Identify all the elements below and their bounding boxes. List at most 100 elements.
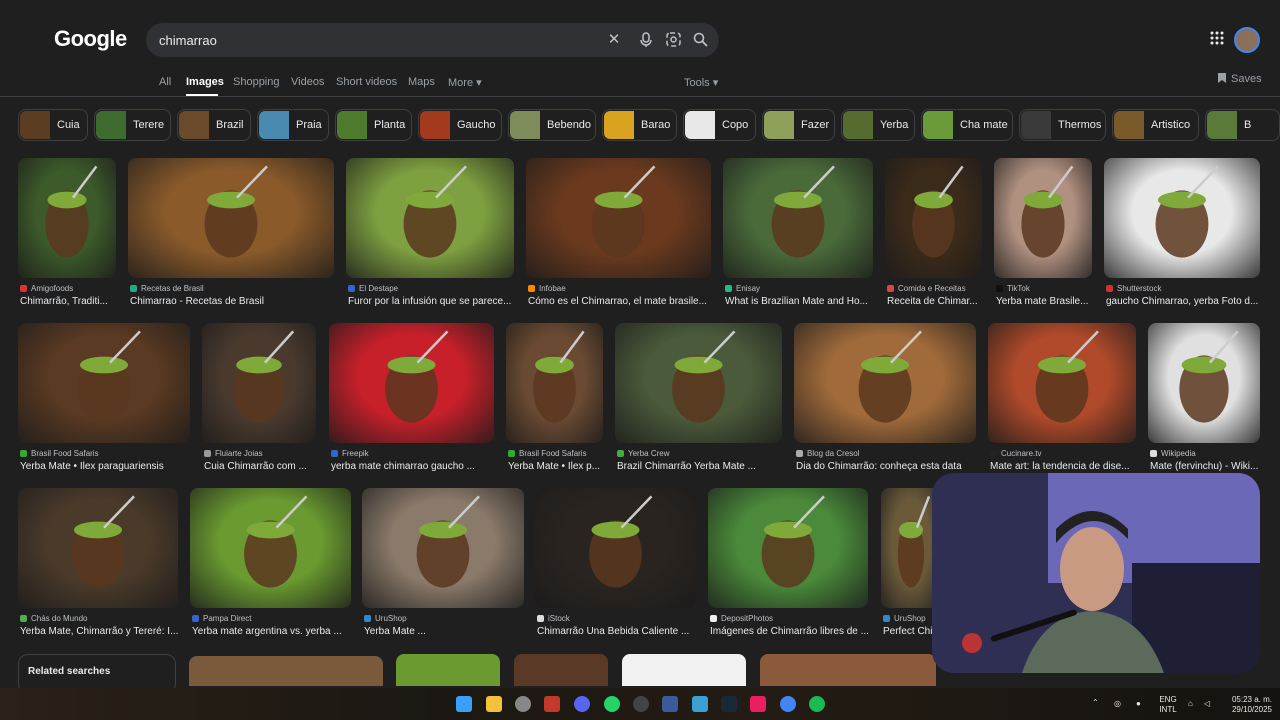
result-title[interactable]: Imágenes de Chimarrão libres de ... <box>710 626 880 637</box>
result-title[interactable]: Yerba Mate, Chimarrão y Tereré: I... <box>20 626 190 637</box>
result-title[interactable]: yerba mate chimarrao gaucho ... <box>331 461 506 472</box>
chrome-icon[interactable] <box>780 696 796 712</box>
tab-maps[interactable]: Maps <box>408 76 435 88</box>
image-result[interactable]: Yerba Crew Brazil Chimarrão Yerba Mate ..… <box>615 323 782 477</box>
search-input[interactable]: chimarrao <box>159 33 217 48</box>
chip-cuia[interactable]: Cuia <box>18 109 88 141</box>
result-title[interactable]: Receita de Chimar... <box>887 296 994 307</box>
result-title[interactable]: gaucho Chimarrao, yerba Foto d... <box>1106 296 1272 307</box>
result-title[interactable]: Yerba mate Brasile... <box>996 296 1104 307</box>
result-source[interactable]: TikTok <box>996 284 1030 293</box>
google-logo[interactable]: Google <box>54 26 127 52</box>
chevron-up-icon[interactable]: ⌃ <box>1092 698 1099 708</box>
result-source[interactable]: Comida e Receitas <box>887 284 966 293</box>
chip-planta[interactable]: Planta <box>335 109 412 141</box>
image-result[interactable]: Recetas de Brasil Chimarrao - Recetas de … <box>128 158 334 312</box>
chip-yerba[interactable]: Yerba <box>841 109 915 141</box>
image-result[interactable]: Shutterstock gaucho Chimarrao, yerba Foto… <box>1104 158 1260 312</box>
result-source[interactable]: Pampa Direct <box>192 614 251 623</box>
clear-icon[interactable]: ✕ <box>606 32 622 48</box>
tab-images[interactable]: Images <box>186 76 224 88</box>
result-source[interactable]: DepositPhotos <box>710 614 773 623</box>
clock[interactable]: 05:23 a. m. 29/10/2025 <box>1222 695 1272 715</box>
image-result[interactable]: Comida e Receitas Receita de Chimar... <box>885 158 982 312</box>
file-explorer-icon[interactable] <box>486 696 502 712</box>
chip-fazer[interactable]: Fazer <box>762 109 835 141</box>
image-result[interactable]: Chás do Mundo Yerba Mate, Chimarrão y Ter… <box>18 488 178 642</box>
image-result[interactable]: Brasil Food Safaris Yerba Mate • Ilex p..… <box>506 323 603 477</box>
result-source[interactable]: Blog da Cresol <box>796 449 859 458</box>
chip-bebendo[interactable]: Bebendo <box>508 109 596 141</box>
image-result[interactable]: Enisay What is Brazilian Mate and Ho... <box>723 158 873 312</box>
next-row-thumb[interactable] <box>514 654 608 686</box>
result-thumbnail[interactable] <box>329 323 494 443</box>
result-thumbnail[interactable] <box>615 323 782 443</box>
search-bar[interactable]: chimarrao ✕ <box>146 23 719 57</box>
image-result[interactable]: Infobae Cómo es el Chimarrao, el mate bra… <box>526 158 711 312</box>
result-thumbnail[interactable] <box>202 323 316 443</box>
result-title[interactable]: Yerba mate argentina vs. yerba ... <box>192 626 363 637</box>
result-thumbnail[interactable] <box>526 158 711 278</box>
chip-cha-mate[interactable]: Cha mate <box>921 109 1013 141</box>
result-title[interactable]: Yerba Mate • Ilex paraguariensis <box>20 461 202 472</box>
next-row-thumb[interactable] <box>189 656 383 686</box>
search-icon[interactable] <box>692 32 708 48</box>
app-icon[interactable] <box>662 696 678 712</box>
result-thumbnail[interactable] <box>128 158 334 278</box>
result-thumbnail[interactable] <box>885 158 982 278</box>
image-result[interactable]: TikTok Yerba mate Brasile... <box>994 158 1092 312</box>
volume-icon[interactable]: ◁ <box>1204 699 1210 709</box>
chip-praia[interactable]: Praia <box>257 109 329 141</box>
app-icon[interactable] <box>544 696 560 712</box>
result-source[interactable]: Chás do Mundo <box>20 614 87 623</box>
result-source[interactable]: Brasil Food Safaris <box>20 449 99 458</box>
result-title[interactable]: Brazil Chimarrão Yerba Mate ... <box>617 461 794 472</box>
chip-brazil[interactable]: Brazil <box>177 109 251 141</box>
result-thumbnail[interactable] <box>794 323 976 443</box>
image-result[interactable]: Amigofoods Chimarrão, Traditi... <box>18 158 116 312</box>
result-source[interactable]: Wikipedia <box>1150 449 1196 458</box>
result-title[interactable]: Furor por la infusión que se parece... <box>348 296 526 307</box>
result-title[interactable]: Yerba Mate • Ilex p... <box>508 461 615 472</box>
result-source[interactable]: UruShop <box>883 614 926 623</box>
account-avatar[interactable] <box>1234 27 1260 53</box>
result-thumbnail[interactable] <box>18 158 116 278</box>
wifi-icon[interactable]: ⌂ <box>1188 699 1193 709</box>
tab-shopping[interactable]: Shopping <box>233 76 280 88</box>
result-thumbnail[interactable] <box>535 488 696 608</box>
image-result[interactable]: Blog da Cresol Dia do Chimarrão: conheça … <box>794 323 976 477</box>
image-result[interactable]: El Destape Furor por la infusión que se p… <box>346 158 514 312</box>
tab-more[interactable]: More ▾ <box>448 76 482 89</box>
steam-icon[interactable] <box>721 696 737 712</box>
result-source[interactable]: Shutterstock <box>1106 284 1161 293</box>
result-title[interactable]: Mate art: la tendencia de dise... <box>990 461 1148 472</box>
next-row-thumb[interactable] <box>622 654 746 686</box>
language-indicator[interactable]: ENG INTL <box>1156 695 1180 715</box>
network-icon[interactable]: ◎ <box>1114 699 1121 709</box>
result-thumbnail[interactable] <box>506 323 603 443</box>
microphone-icon[interactable] <box>638 32 654 48</box>
next-row-thumb[interactable] <box>760 654 936 686</box>
image-result[interactable]: UruShop Yerba Mate ... <box>362 488 524 642</box>
microphone-tray-icon[interactable]: ● <box>1136 699 1141 709</box>
chip-barao[interactable]: Barao <box>602 109 677 141</box>
image-result[interactable]: Pampa Direct Yerba mate argentina vs. yer… <box>190 488 351 642</box>
image-result[interactable]: Brasil Food Safaris Yerba Mate • Ilex par… <box>18 323 190 477</box>
result-source[interactable]: Amigofoods <box>20 284 73 293</box>
result-source[interactable]: Enisay <box>725 284 760 293</box>
result-source[interactable]: Yerba Crew <box>617 449 670 458</box>
image-result[interactable]: iStock Chimarrão Una Bebida Caliente ... <box>535 488 696 642</box>
saves-button[interactable]: Saves <box>1218 73 1262 85</box>
discord-icon[interactable] <box>574 696 590 712</box>
result-source[interactable]: Infobae <box>528 284 566 293</box>
chip-gaucho[interactable]: Gaucho <box>418 109 502 141</box>
whatsapp-icon[interactable] <box>604 696 620 712</box>
tab-short-videos[interactable]: Short videos <box>336 76 397 88</box>
result-thumbnail[interactable] <box>1104 158 1260 278</box>
next-row-thumb[interactable] <box>396 654 500 686</box>
result-source[interactable]: El Destape <box>348 284 398 293</box>
obs-icon[interactable] <box>515 696 531 712</box>
result-title[interactable]: Cómo es el Chimarrao, el mate brasile... <box>528 296 723 307</box>
tab-videos[interactable]: Videos <box>291 76 324 88</box>
tab-all[interactable]: All <box>159 76 171 88</box>
